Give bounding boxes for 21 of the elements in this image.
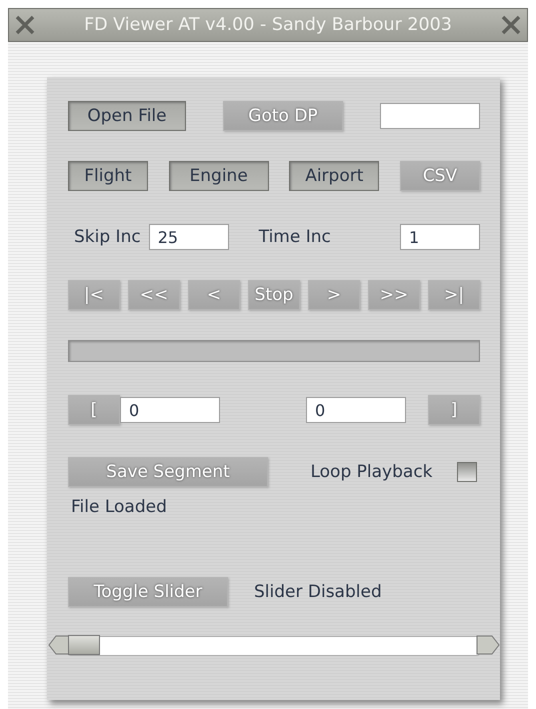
field-label: Skip Inc xyxy=(74,227,141,247)
window-title: FD Viewer AT v4.00 - Sandy Barbour 2003 xyxy=(84,15,452,35)
close-icon[interactable] xyxy=(500,15,521,35)
input-field[interactable]: 1 xyxy=(400,224,480,250)
loop-label: Loop Playback xyxy=(310,462,433,482)
open-file-button[interactable]: Open File xyxy=(68,101,186,131)
close-icon[interactable] xyxy=(15,15,35,35)
status-text: File Loaded xyxy=(71,497,167,517)
slider-arrow-icon[interactable] xyxy=(476,634,500,656)
input-field[interactable]: 0 xyxy=(120,397,220,423)
input-field[interactable]: 25 xyxy=(148,224,229,250)
input-field[interactable] xyxy=(380,103,480,129)
slider[interactable] xyxy=(48,635,500,655)
mode-button[interactable]: Airport xyxy=(289,161,380,191)
slider-thumb[interactable] xyxy=(68,635,100,655)
field-label: Time Inc xyxy=(258,227,331,247)
mode-button[interactable]: Engine xyxy=(168,161,269,191)
loop-checkbox[interactable] xyxy=(457,462,477,482)
slider-status-text: Slider Disabled xyxy=(254,582,382,602)
input-field[interactable]: 0 xyxy=(306,397,406,423)
mode-button[interactable]: Flight xyxy=(68,161,148,191)
